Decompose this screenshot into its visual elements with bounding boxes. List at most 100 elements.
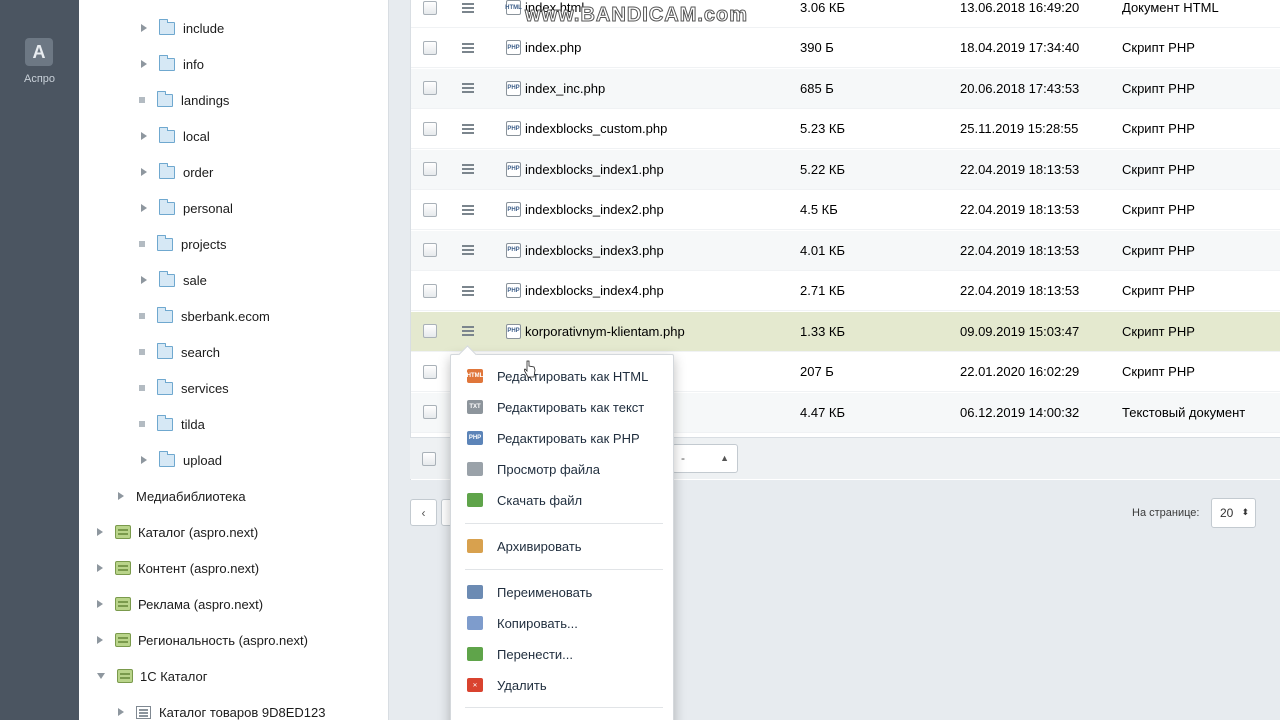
row-menu-icon[interactable] (462, 164, 474, 174)
tree-folder-item[interactable]: sale (138, 270, 207, 290)
file-name[interactable]: indexblocks_index4.php (525, 283, 664, 298)
tree-folder-label: search (181, 344, 221, 360)
tree-section-item[interactable]: Региональность (aspro.next) (97, 630, 308, 650)
action-select-value: - (681, 451, 685, 465)
tree-folder-item[interactable]: projects (138, 234, 227, 254)
tree-section-item[interactable]: Каталог (aspro.next) (97, 522, 258, 542)
tree-folder-item[interactable]: local (138, 126, 210, 146)
expand-arrow-icon[interactable] (97, 564, 103, 572)
row-menu-icon[interactable] (462, 285, 474, 296)
file-name[interactable]: index_inc.php (525, 81, 605, 96)
context-menu-item[interactable]: TXT Редактировать как текст (451, 394, 673, 420)
file-row[interactable]: PHP indexblocks_index1.php 5.22 КБ 22.04.20… (411, 149, 1280, 190)
context-menu-label: Редактировать как текст (497, 399, 645, 415)
collapse-arrow-icon[interactable] (97, 673, 105, 679)
tree-folder-item[interactable]: tilda (138, 414, 205, 434)
tree-folder-item[interactable]: order (138, 162, 213, 182)
expand-arrow-icon[interactable] (97, 636, 103, 644)
context-menu-item[interactable]: PHP Редактировать как PHP (451, 425, 673, 451)
context-menu-item[interactable]: Перенести... (451, 641, 673, 667)
context-menu-item[interactable]: Переименовать (451, 579, 673, 605)
expand-arrow-icon[interactable] (141, 456, 147, 464)
row-checkbox[interactable] (423, 364, 437, 379)
file-row[interactable]: PHP index.php 390 Б 18.04.2019 17:34:40 Скри… (411, 28, 1280, 68)
tree-folder-item[interactable]: landings (138, 90, 229, 110)
pager-prev-button[interactable]: ‹ (410, 499, 437, 526)
folder-icon (157, 306, 173, 323)
expand-arrow-icon[interactable] (141, 24, 147, 32)
row-menu-icon[interactable] (462, 83, 474, 93)
row-checkbox[interactable] (423, 81, 437, 95)
file-size: 5.22 КБ (800, 161, 846, 177)
tree-folder-item[interactable]: info (138, 54, 204, 74)
file-size: 4.5 КБ (800, 202, 838, 217)
tree-section-item[interactable]: 1С Каталог (97, 666, 208, 686)
row-menu-icon[interactable] (462, 42, 474, 53)
context-menu-item[interactable]: Скачать файл (451, 487, 673, 513)
row-checkbox[interactable] (423, 40, 437, 55)
context-menu-label: Копировать... (497, 615, 578, 631)
row-menu-icon[interactable] (462, 2, 474, 13)
file-row[interactable]: PHP index_inc.php 685 Б 20.06.2018 17:43:53… (411, 68, 1280, 109)
expand-arrow-icon[interactable] (97, 528, 103, 536)
file-row[interactable]: PHP indexblocks_index2.php 4.5 КБ 22.04.201… (411, 190, 1280, 230)
expand-arrow-icon[interactable] (141, 168, 147, 176)
context-menu-item[interactable]: HTML Редактировать как HTML (451, 363, 673, 389)
file-row[interactable]: PHP korporativnym-klientam.php 1.33 КБ 09.0… (411, 311, 1280, 352)
action-select[interactable]: - ▲ (672, 444, 738, 473)
row-menu-icon[interactable] (462, 245, 474, 255)
tree-folder-item[interactable]: services (138, 378, 229, 398)
file-name[interactable]: index.php (525, 40, 581, 55)
file-name[interactable]: indexblocks_index2.php (525, 202, 664, 217)
row-checkbox[interactable] (423, 121, 437, 136)
rail-label[interactable]: Аспро (0, 73, 79, 85)
per-page-select[interactable]: 20 ⬍ (1211, 498, 1256, 528)
context-menu-item[interactable]: Архивировать (451, 533, 673, 559)
expand-arrow-icon[interactable] (141, 60, 147, 68)
file-size: 4.01 КБ (800, 242, 846, 258)
file-name[interactable]: indexblocks_custom.php (525, 121, 667, 136)
file-name[interactable]: indexblocks_index1.php (525, 162, 664, 177)
tree-folder-item[interactable]: personal (138, 198, 233, 218)
tree-section-item[interactable]: Реклама (aspro.next) (97, 594, 263, 614)
row-menu-icon[interactable] (462, 204, 474, 215)
row-checkbox[interactable] (423, 405, 437, 419)
file-row[interactable]: PHP indexblocks_custom.php 5.23 КБ 25.11.20… (411, 109, 1280, 149)
file-date: 13.06.2018 16:49:20 (960, 0, 1080, 15)
module-icon (115, 597, 131, 611)
tree-folder-item[interactable]: include (138, 18, 224, 38)
file-name[interactable]: indexblocks_index3.php (525, 243, 664, 258)
row-checkbox[interactable] (423, 324, 437, 338)
file-row[interactable]: PHP indexblocks_index4.php 2.71 КБ 22.04.20… (411, 271, 1280, 311)
file-date: 22.04.2019 18:13:53 (960, 202, 1080, 217)
tree-section-item[interactable]: Медиабиблиотека (118, 486, 246, 506)
context-menu-item[interactable]: ✕ Удалить (451, 672, 673, 698)
file-name[interactable]: korporativnym-klientam.php (525, 324, 685, 339)
context-menu-item[interactable]: Копировать... (451, 610, 673, 636)
file-row[interactable]: PHP indexblocks_index3.php 4.01 КБ 22.04.20… (411, 230, 1280, 271)
folder-icon (159, 162, 175, 179)
expand-arrow-icon[interactable] (97, 600, 103, 608)
tree-folder-item[interactable]: sberbank.ecom (138, 306, 270, 326)
context-menu-item[interactable]: Просмотр файла (451, 456, 673, 482)
expand-arrow-icon[interactable] (141, 132, 147, 140)
tree-folder-item[interactable]: search (138, 342, 220, 362)
chevron-updown-icon: ⬍ (1241, 507, 1249, 517)
tree-folder-item[interactable]: upload (138, 450, 222, 470)
row-menu-icon[interactable] (462, 326, 474, 336)
row-menu-icon[interactable] (462, 123, 474, 134)
menu-divider (465, 569, 663, 570)
expand-arrow-icon[interactable] (141, 204, 147, 212)
select-all-checkbox[interactable] (422, 452, 436, 466)
tree-subcatalog-item[interactable]: Каталог товаров 9D8ED123 (118, 702, 325, 720)
row-checkbox[interactable] (423, 162, 437, 176)
row-checkbox[interactable] (423, 0, 437, 15)
expand-arrow-icon[interactable] (118, 492, 124, 500)
aspro-logo-icon[interactable]: A (25, 38, 53, 66)
tree-section-item[interactable]: Контент (aspro.next) (97, 558, 259, 578)
expand-arrow-icon[interactable] (141, 276, 147, 284)
expand-arrow-icon[interactable] (118, 708, 124, 716)
row-checkbox[interactable] (423, 243, 437, 257)
row-checkbox[interactable] (423, 202, 437, 217)
row-checkbox[interactable] (423, 283, 437, 298)
